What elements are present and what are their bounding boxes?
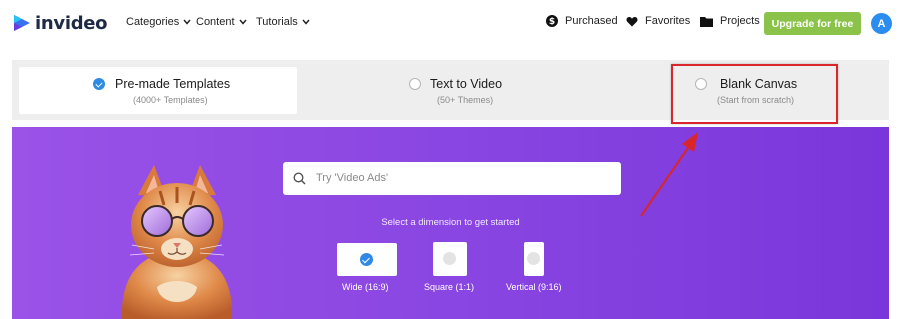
hero-banner: Try 'Video Ads' Select a dimension to ge… (12, 127, 889, 319)
dimension-prompt: Select a dimension to get started (381, 217, 520, 228)
chevron-down-icon (183, 19, 191, 25)
template-search-input[interactable]: Try 'Video Ads' (283, 162, 621, 195)
svg-text:$: $ (549, 17, 555, 27)
tab-premade-templates[interactable]: Pre-made Templates (4000+ Templates) (19, 67, 297, 114)
dimension-option-wide[interactable] (337, 243, 397, 276)
check-circle-icon (360, 253, 373, 266)
projects-label: Projects (720, 15, 760, 27)
tab-text-to-video[interactable]: Text to Video (50+ Themes) (398, 67, 558, 114)
tab-subtitle: (4000+ Templates) (133, 95, 208, 105)
favorites-label: Favorites (645, 15, 691, 27)
dollar-circle-icon: $ (546, 15, 558, 27)
purchased-label: Purchased (565, 15, 618, 27)
nav-tutorials[interactable]: Tutorials (256, 16, 310, 28)
cat-with-sunglasses-image (121, 165, 233, 319)
dimension-option-square[interactable] (433, 242, 467, 276)
annotation-highlight-box (671, 64, 838, 124)
tab-subtitle: (50+ Themes) (437, 95, 494, 105)
nav-content-label: Content (196, 16, 235, 28)
radio-unchecked-icon (527, 252, 540, 265)
tab-title: Pre-made Templates (115, 77, 231, 91)
chevron-down-icon (238, 19, 247, 25)
invideo-logo-icon (14, 15, 30, 31)
projects-link[interactable]: Projects (700, 15, 760, 27)
search-placeholder: Try 'Video Ads' (316, 172, 389, 184)
tab-title: Text to Video (430, 77, 503, 91)
invideo-logo[interactable]: invideo (12, 12, 108, 34)
heart-icon (626, 16, 638, 26)
chevron-down-icon (302, 19, 310, 25)
nav-categories[interactable]: Categories (126, 16, 191, 28)
brand-name: invideo (35, 12, 108, 34)
radio-checked-icon (93, 78, 105, 90)
radio-unchecked-icon (409, 78, 421, 90)
avatar[interactable]: A (871, 13, 892, 34)
favorites-link[interactable]: Favorites (626, 15, 690, 27)
folder-icon (700, 16, 713, 27)
nav-categories-label: Categories (126, 16, 180, 28)
upgrade-button[interactable]: Upgrade for free (764, 12, 861, 35)
purchased-link[interactable]: $ Purchased (546, 15, 618, 27)
nav-content[interactable]: Content (196, 16, 247, 28)
radio-unchecked-icon (443, 252, 456, 265)
nav-tutorials-label: Tutorials (256, 16, 298, 28)
dimension-label-wide: Wide (16:9) (342, 282, 389, 292)
dimension-label-vertical: Vertical (9:16) (506, 282, 562, 292)
search-icon (293, 172, 306, 185)
dimension-option-vertical[interactable] (524, 242, 544, 276)
top-navbar: invideo Categories Content Tutorials $ P… (0, 0, 900, 48)
dimension-label-square: Square (1:1) (424, 282, 475, 292)
